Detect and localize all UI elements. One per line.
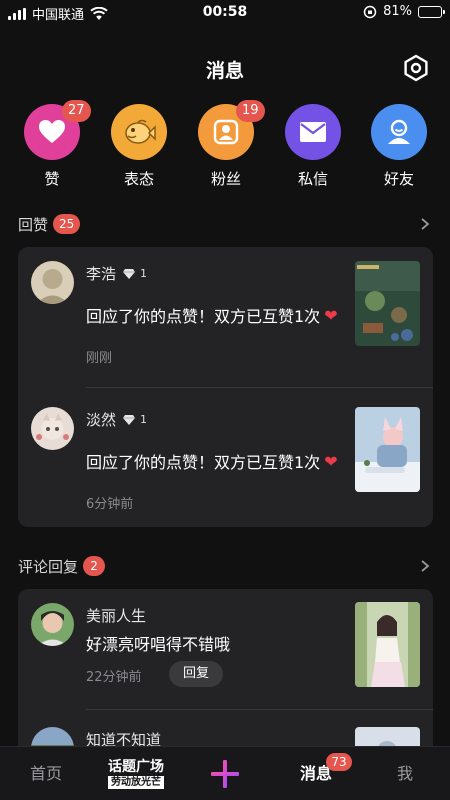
diamond-icon: [123, 414, 136, 425]
fish-icon: [125, 119, 156, 144]
quick-action-fans[interactable]: 19 粉丝: [191, 100, 265, 189]
tab-topic-square[interactable]: 话题广场 劳动放光芒: [104, 747, 168, 800]
heart-icon: ❤: [324, 451, 338, 471]
quick-action-likes[interactable]: 27 赞: [17, 100, 91, 189]
chevron-right-icon[interactable]: [418, 559, 432, 573]
message: 好漂亮呀唱得不错哦: [86, 631, 230, 655]
section-badge: 2: [83, 556, 106, 576]
list-item[interactable]: 李浩 1 回应了你的点赞！双方已互赞1次 ❤ 刚刚: [18, 247, 433, 387]
topic-square-title: 话题广场: [108, 759, 164, 775]
username-text: 淡然: [86, 411, 117, 429]
message: 回应了你的点赞！双方已互赞1次 ❤: [86, 303, 338, 327]
message-text: 好漂亮呀唱得不错哦: [86, 635, 231, 654]
quick-action-label: 粉丝: [210, 170, 241, 188]
list-item[interactable]: 淡然 1 回应了你的点赞！双方已互赞1次 ❤ 6分钟前: [18, 387, 433, 527]
post-thumbnail[interactable]: [355, 261, 420, 346]
avatar[interactable]: [31, 407, 74, 450]
quick-action-label: 表态: [123, 170, 154, 188]
likes-badge: 27: [62, 100, 91, 122]
comments-card: 美丽人生 好漂亮呀唱得不错哦 22分钟前 回复 知道不知道: [18, 589, 433, 759]
mail-circle: [285, 104, 341, 160]
message: 回应了你的点赞！双方已互赞1次 ❤: [86, 449, 338, 473]
heart-icon: ❤: [324, 305, 338, 325]
avatar[interactable]: [31, 603, 74, 646]
post-thumbnail[interactable]: [355, 407, 420, 492]
username[interactable]: 美丽人生: [86, 605, 146, 626]
section-title: 回赞: [18, 215, 49, 234]
comments-section-header[interactable]: 评论回复 2: [18, 554, 432, 578]
reply-button[interactable]: 回复: [169, 661, 224, 687]
mail-icon: [300, 122, 326, 142]
publish-button[interactable]: [205, 747, 245, 800]
status-bar: 中国联通 00:58 81%: [0, 0, 450, 24]
section-badge: 25: [53, 214, 81, 234]
plus-icon: [211, 760, 239, 788]
page-title: 消息: [205, 60, 244, 82]
timestamp: 22分钟前: [86, 670, 142, 685]
quick-action-reactions[interactable]: 表态: [104, 104, 174, 189]
likes-card: 李浩 1 回应了你的点赞！双方已互赞1次 ❤ 刚刚 淡然 1 回应了你的点赞！双…: [18, 247, 433, 527]
level-number: 1: [140, 267, 148, 280]
username-text: 李浩: [86, 265, 117, 283]
timestamp: 6分钟前: [86, 497, 134, 512]
settings-icon[interactable]: [402, 54, 430, 82]
reactions-circle: [111, 104, 167, 160]
quick-actions: 27 赞 表态 19 粉丝 私信 好友: [0, 100, 450, 194]
topic-square-subtitle: 劳动放光芒: [108, 776, 164, 789]
username[interactable]: 淡然 1: [86, 409, 147, 430]
chevron-right-icon[interactable]: [418, 217, 432, 231]
list-item[interactable]: 美丽人生 好漂亮呀唱得不错哦 22分钟前 回复: [18, 589, 433, 709]
person-icon: [213, 119, 239, 145]
tab-home[interactable]: 首页: [20, 747, 72, 800]
quick-action-label: 私信: [297, 170, 328, 188]
quick-action-label: 赞: [44, 170, 60, 188]
post-thumbnail[interactable]: [355, 602, 420, 687]
avatar[interactable]: [31, 261, 74, 304]
messages-badge: 73: [326, 753, 352, 771]
tab-bar: 首页 话题广场 劳动放光芒 消息 73 我: [0, 746, 450, 800]
status-right: 81%: [363, 4, 445, 19]
message-text: 回应了你的点赞！双方已互赞1次: [86, 307, 321, 326]
username-text: 美丽人生: [86, 607, 147, 625]
timestamp: 刚刚: [86, 351, 113, 366]
friend-circle: [371, 104, 427, 160]
diamond-icon: [123, 268, 136, 279]
username[interactable]: 李浩 1: [86, 263, 147, 284]
friend-icon: [388, 119, 410, 144]
orientation-lock-icon: [363, 5, 377, 18]
tab-me[interactable]: 我: [390, 747, 420, 800]
level-number: 1: [140, 413, 148, 426]
section-title: 评论回复: [18, 557, 79, 576]
fans-badge: 19: [236, 100, 265, 122]
quick-action-label: 好友: [383, 170, 414, 188]
fans-circle: 19: [198, 100, 265, 160]
heart-icon: [39, 120, 65, 143]
quick-action-friends[interactable]: 好友: [364, 104, 434, 189]
quick-action-messages[interactable]: 私信: [278, 104, 348, 189]
likes-section-header[interactable]: 回赞 25: [18, 212, 432, 236]
level-badge: 1: [122, 413, 147, 426]
level-badge: 1: [122, 267, 147, 280]
battery-icon: [418, 5, 445, 18]
message-text: 回应了你的点赞！双方已互赞1次: [86, 453, 321, 472]
battery-percent: 81%: [383, 4, 412, 19]
likes-circle: 27: [24, 100, 91, 160]
